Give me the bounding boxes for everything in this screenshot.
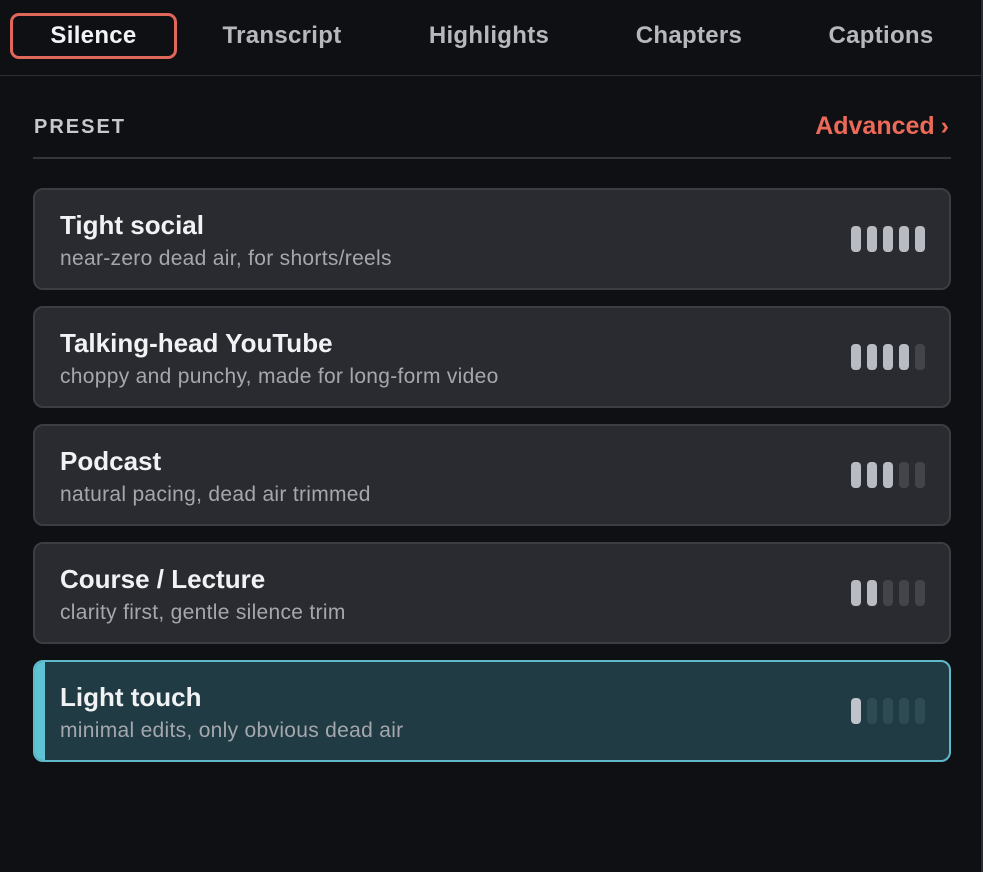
- intensity-bar: [899, 462, 909, 488]
- preset-card[interactable]: Talking-head YouTube choppy and punchy, m…: [33, 306, 951, 408]
- preset-name: Podcast: [60, 446, 162, 476]
- advanced-link[interactable]: Advanced ›: [815, 112, 949, 141]
- preset-section-title: PRESET: [34, 116, 127, 138]
- intensity-bar: [915, 580, 925, 606]
- preset-card[interactable]: Course / Lecture clarity first, gentle si…: [33, 542, 951, 644]
- intensity-meter-icon: [851, 226, 925, 252]
- intensity-bar: [867, 226, 877, 252]
- intensity-bar: [867, 698, 877, 724]
- intensity-bar: [851, 226, 861, 252]
- preset-description: clarity first, gentle silence trim: [60, 601, 346, 624]
- tab-captions[interactable]: Captions: [808, 13, 954, 59]
- preset-name: Course / Lecture: [60, 564, 266, 594]
- intensity-meter-icon: [851, 580, 925, 606]
- preset-description: near-zero dead air, for shorts/reels: [60, 247, 392, 270]
- selected-accent-bar: [35, 662, 45, 760]
- intensity-bar: [915, 344, 925, 370]
- intensity-bar: [915, 226, 925, 252]
- intensity-bar: [867, 344, 877, 370]
- preset-card[interactable]: Tight social near-zero dead air, for shor…: [33, 188, 951, 290]
- intensity-bar: [883, 344, 893, 370]
- intensity-bar: [899, 580, 909, 606]
- intensity-bar: [883, 226, 893, 252]
- section-divider: [33, 157, 951, 159]
- preset-name: Tight social: [60, 210, 204, 240]
- tab-highlights[interactable]: Highlights: [408, 13, 570, 59]
- intensity-bar: [867, 462, 877, 488]
- tab-transcript[interactable]: Transcript: [200, 13, 364, 59]
- intensity-bar: [867, 580, 877, 606]
- chevron-right-icon: ›: [940, 112, 949, 140]
- advanced-label: Advanced: [815, 112, 935, 140]
- preset-description: natural pacing, dead air trimmed: [60, 483, 371, 506]
- preset-name: Light touch: [60, 682, 202, 712]
- preset-name: Talking-head YouTube: [60, 328, 333, 358]
- preset-description: choppy and punchy, made for long-form vi…: [60, 365, 499, 388]
- intensity-bar: [883, 580, 893, 606]
- tab-bar: Silence Transcript Highlights Chapters C…: [0, 0, 981, 76]
- intensity-bar: [899, 344, 909, 370]
- preset-card[interactable]: Podcast natural pacing, dead air trimmed: [33, 424, 951, 526]
- intensity-bar: [915, 462, 925, 488]
- tab-chapters[interactable]: Chapters: [616, 13, 762, 59]
- intensity-bar: [915, 698, 925, 724]
- intensity-bar: [883, 462, 893, 488]
- intensity-meter-icon: [851, 698, 925, 724]
- intensity-meter-icon: [851, 344, 925, 370]
- intensity-bar: [899, 226, 909, 252]
- tab-silence[interactable]: Silence: [10, 13, 177, 59]
- preset-list: Tight social near-zero dead air, for shor…: [33, 188, 951, 778]
- silence-panel: Silence Transcript Highlights Chapters C…: [0, 0, 983, 872]
- intensity-bar: [851, 580, 861, 606]
- intensity-bar: [899, 698, 909, 724]
- intensity-bar: [851, 462, 861, 488]
- intensity-bar: [851, 344, 861, 370]
- preset-description: minimal edits, only obvious dead air: [60, 719, 404, 742]
- intensity-meter-icon: [851, 462, 925, 488]
- intensity-bar: [851, 698, 861, 724]
- intensity-bar: [883, 698, 893, 724]
- preset-card[interactable]: Light touch minimal edits, only obvious d…: [33, 660, 951, 762]
